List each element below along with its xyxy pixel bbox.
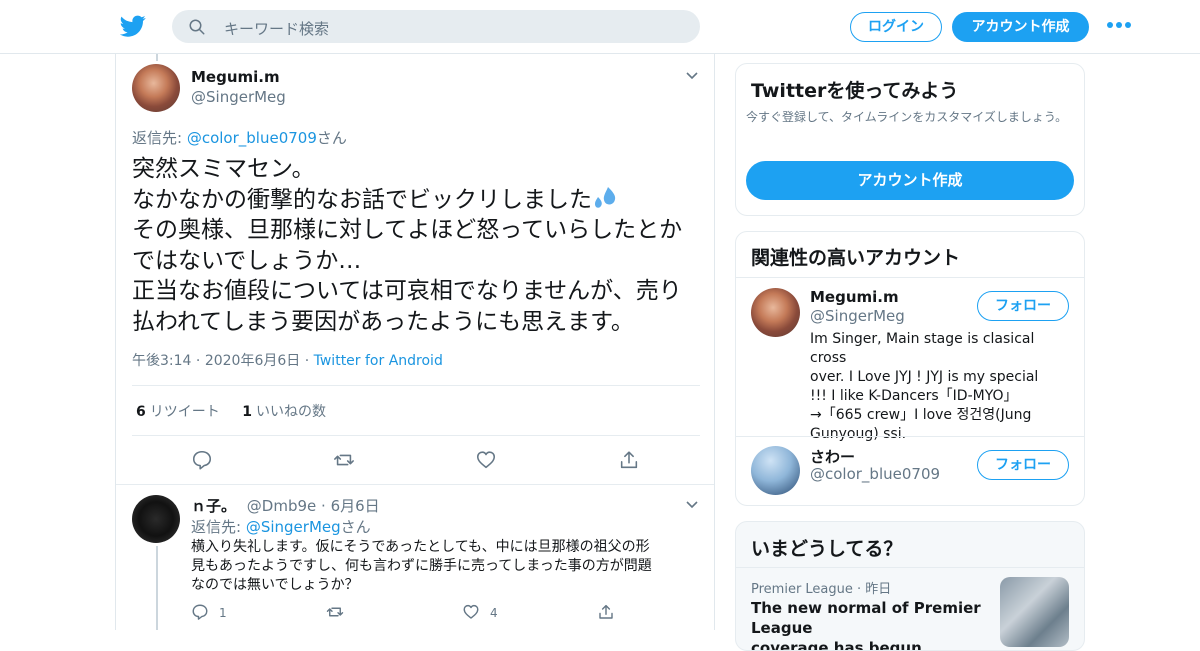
card-title: 関連性の高いアカウント [751, 247, 961, 269]
reply-count: 1 [219, 606, 227, 620]
divider [736, 436, 1084, 437]
reply-line: 見もあったようですし、何も言わずに勝手に売ってしまった事の方が問題 [191, 558, 652, 574]
reply-to-line: 返信先: @color_blue0709さん [132, 127, 347, 148]
divider [132, 435, 700, 436]
author-name[interactable]: Megumi.m [191, 68, 280, 86]
account-name[interactable]: Megumi.m [810, 288, 899, 306]
bio-line: !!! I like K-Dancers「ID-MYO」 [810, 388, 1018, 404]
divider [132, 385, 700, 386]
tweet-date[interactable]: 2020年6月6日 [205, 353, 300, 369]
retweet-label: リツイート [149, 404, 220, 420]
author-handle[interactable]: @Dmb9e [247, 497, 316, 515]
reply-handle-link[interactable]: @SingerMeg [246, 518, 341, 536]
avatar[interactable] [751, 288, 800, 337]
tweet-line: その奥様、旦那様に対してよほど怒っていらしたとか [132, 217, 683, 243]
search-input[interactable]: キーワード検索 [172, 10, 700, 43]
tweet-date[interactable]: 6月6日 [331, 497, 380, 515]
avatar[interactable] [132, 495, 180, 543]
tweet-line: ではないでしょうか… [132, 247, 362, 274]
divider [736, 277, 1084, 278]
reply-to-line: 返信先: @SingerMegさん [191, 516, 371, 537]
tweet-meta: 午後3:14 · 2020年6月6日 · Twitter for Android [132, 353, 443, 369]
reply-icon[interactable] [191, 449, 213, 471]
trend-headline-line: The new normal of Premier League [751, 599, 981, 637]
search-icon [189, 19, 205, 35]
reply-icon[interactable] [191, 603, 209, 621]
retweet-stat[interactable]: 6 リツイート [136, 404, 220, 420]
reply-line: 横入り失礼します。仮にそうであったとしても、中には旦那様の祖父の形 [191, 539, 650, 555]
like-count: 4 [490, 606, 498, 620]
tweet-stats: 6 リツイート 1 いいねの数 [136, 401, 326, 421]
bio-line: Im Singer, Main stage is clasical cross [810, 331, 1035, 366]
card-subtitle: 今すぐ登録して、タイムラインをカスタマイズしましょう。 [746, 110, 1068, 124]
chevron-down-icon[interactable] [685, 500, 699, 510]
card-title: Twitterを使ってみよう [751, 80, 959, 102]
reply-header: ｎ子。 @Dmb9e · 6月6日 [191, 497, 380, 515]
trend-time: 昨日 [865, 582, 892, 597]
signup-button[interactable]: アカウント作成 [952, 12, 1089, 42]
like-count: 1 [242, 404, 252, 420]
signup-button[interactable]: アカウント作成 [746, 161, 1074, 200]
tweet-source-link[interactable]: Twitter for Android [314, 353, 443, 369]
top-navigation-bar: キーワード検索 ログイン アカウント作成 [0, 0, 1200, 54]
follow-button[interactable]: フォロー [977, 450, 1069, 480]
author-name[interactable]: ｎ子。 [191, 497, 236, 515]
reply-handle-link[interactable]: @color_blue0709 [187, 129, 317, 147]
follow-button[interactable]: フォロー [977, 291, 1069, 321]
divider [736, 567, 1084, 568]
reply-line: なのでは無いでしょうか？ [191, 577, 359, 593]
avatar[interactable] [132, 64, 180, 112]
related-accounts-card: 関連性の高いアカウント Megumi.m @SingerMeg フォロー Im … [735, 231, 1085, 506]
like-label: いいねの数 [255, 404, 326, 420]
trends-card: いまどうしてる？ Premier League · 昨日 The new nor… [735, 521, 1085, 651]
tweet-line: なかなかの衝撃的なお話でビックリしました [132, 186, 592, 213]
like-heart-icon[interactable] [462, 603, 480, 621]
tweet-line: 正当なお値段については可哀相でなりませんが、売り [132, 278, 682, 304]
more-options-icon[interactable] [1107, 20, 1131, 32]
trend-thumbnail[interactable] [1000, 577, 1069, 647]
tweet-text: 突然スミマセン。 なかなかの衝撃的なお話でビックリしました その奥様、旦那様に対… [132, 154, 702, 337]
bio-line: over. I Love JYJ ! JYJ is my special [810, 369, 1039, 385]
account-name[interactable]: さわー [810, 446, 855, 467]
chevron-down-icon[interactable] [685, 71, 699, 81]
account-handle[interactable]: @color_blue0709 [810, 465, 940, 483]
like-stat[interactable]: 1 いいねの数 [242, 404, 326, 420]
tweet-column: Megumi.m @SingerMeg 返信先: @color_blue0709… [115, 54, 715, 630]
share-icon[interactable] [597, 603, 615, 621]
reply-suffix: さん [316, 129, 347, 147]
tweet-line: 突然スミマセン。 [132, 156, 315, 182]
avatar[interactable] [751, 446, 800, 495]
reply-prefix: 返信先: [191, 518, 246, 536]
trend-category: Premier League [751, 582, 853, 597]
tweet-line: 払われてしまう要因があったようにも思えます。 [132, 308, 634, 335]
tweet-line-with-emoji: なかなかの衝撃的なお話でビックリしました [132, 185, 702, 216]
retweet-icon[interactable] [326, 603, 344, 621]
trend-headline[interactable]: The new normal of Premier League coverag… [751, 598, 991, 651]
bio-line: Gunyoug) ssi. [810, 426, 907, 442]
thread-connector [156, 54, 158, 61]
reply-text: 横入り失礼します。仮にそうであったとしても、中には旦那様の祖父の形 見もあったよ… [191, 538, 701, 595]
trend-headline-line: coverage has begun [751, 639, 922, 651]
trend-meta: Premier League · 昨日 [751, 582, 892, 597]
share-icon[interactable] [618, 449, 640, 471]
sweat-droplets-icon [595, 186, 616, 208]
account-handle[interactable]: @SingerMeg [810, 307, 905, 325]
login-button[interactable]: ログイン [850, 12, 942, 42]
like-heart-icon[interactable] [475, 449, 497, 471]
reply-prefix: 返信先: [132, 129, 187, 147]
card-title: いまどうしてる？ [751, 538, 903, 560]
reply-suffix: さん [340, 518, 371, 536]
account-bio: Im Singer, Main stage is clasical cross … [810, 330, 1075, 444]
search-placeholder: キーワード検索 [224, 20, 330, 38]
retweet-icon[interactable] [333, 449, 355, 471]
retweet-count: 6 [136, 404, 146, 420]
try-twitter-card: Twitterを使ってみよう 今すぐ登録して、タイムラインをカスタマイズしましょ… [735, 63, 1085, 216]
divider [116, 484, 714, 485]
tweet-time[interactable]: 午後3:14 [132, 353, 191, 369]
bio-line: →「665 crew」I love 정건영(Jung [810, 407, 1032, 423]
thread-connector [156, 546, 158, 630]
twitter-bird-icon[interactable] [120, 13, 146, 39]
author-handle[interactable]: @SingerMeg [191, 88, 286, 106]
